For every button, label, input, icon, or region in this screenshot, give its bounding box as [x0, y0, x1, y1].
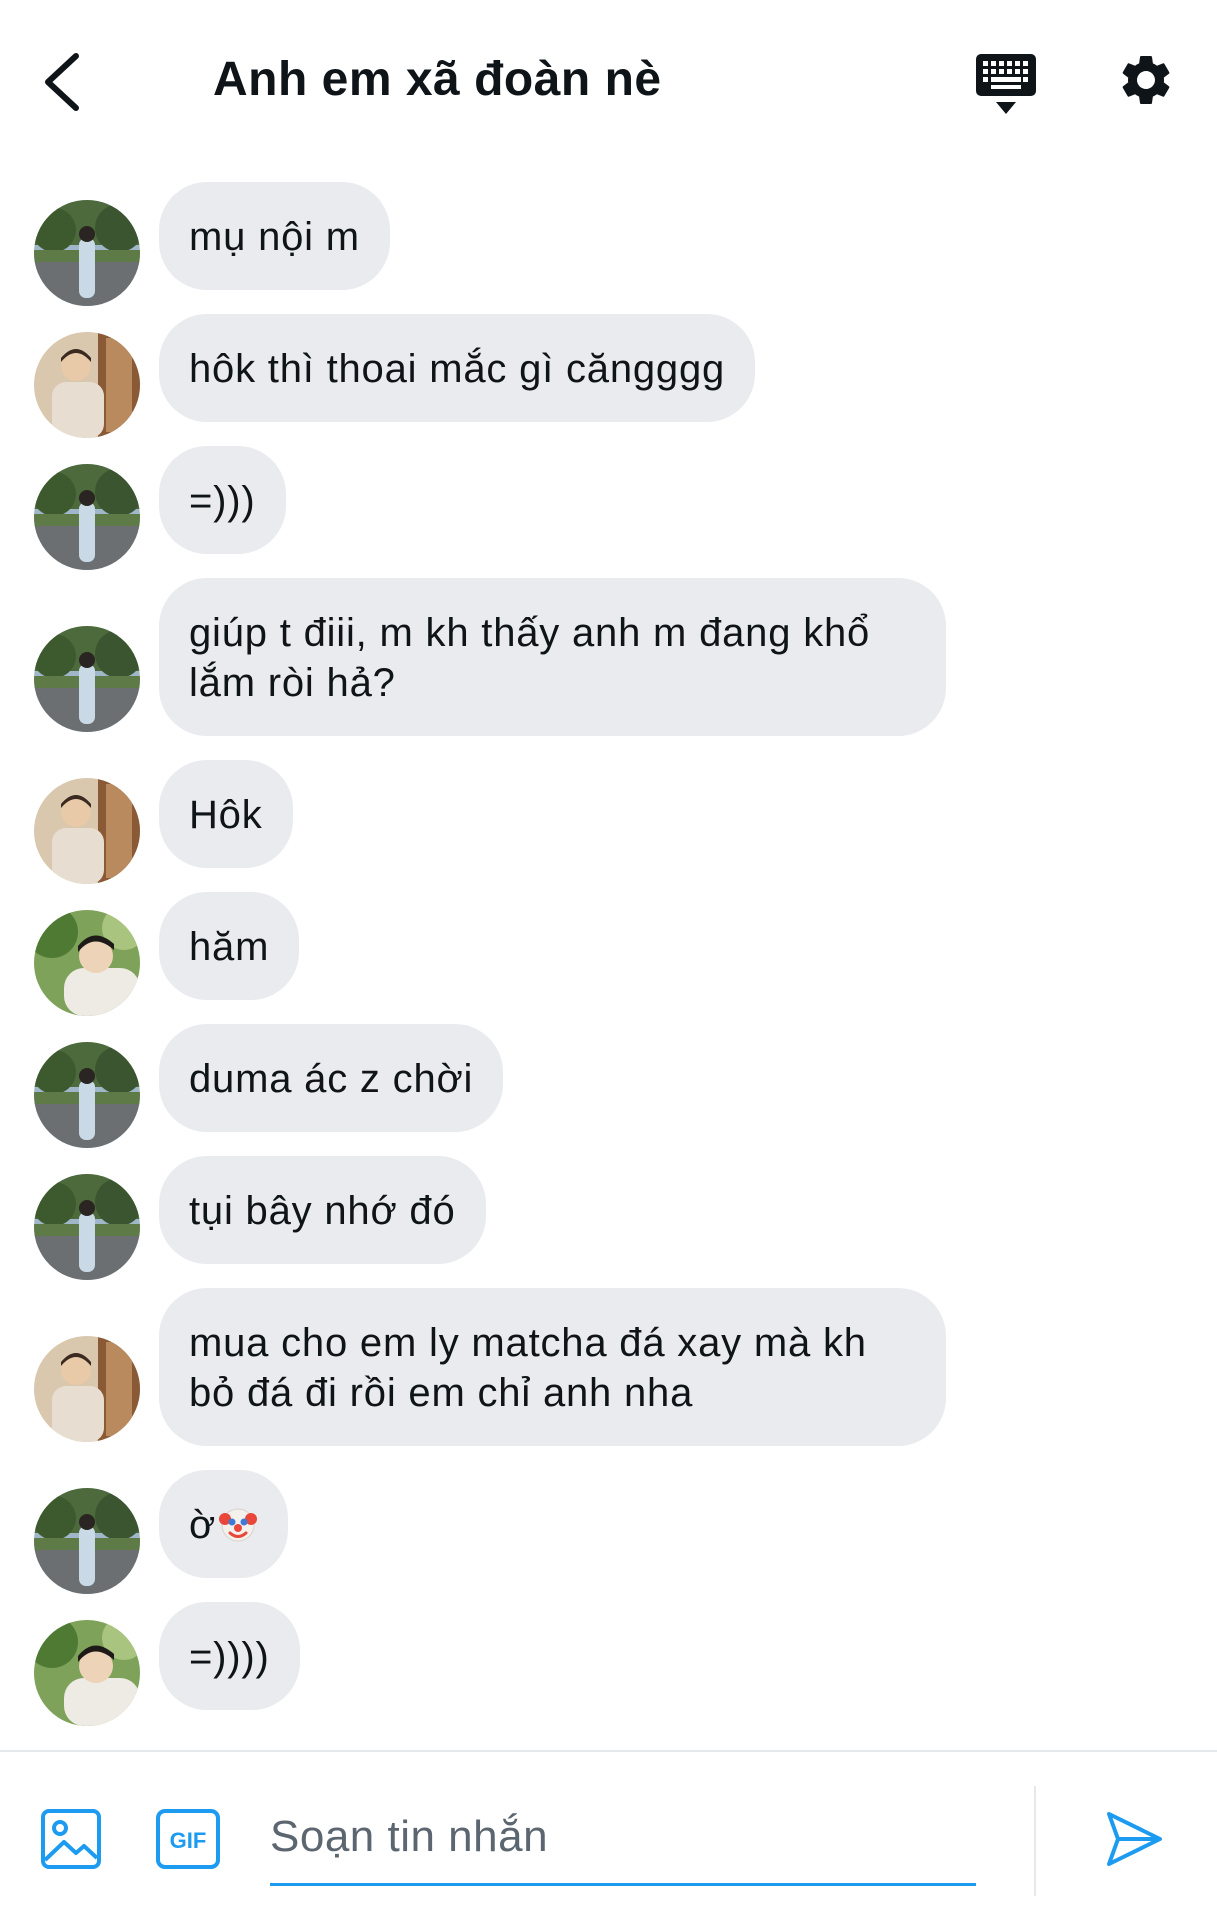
message-bubble[interactable]: =))) [159, 446, 286, 554]
message-text: duma ác z chời [189, 1057, 474, 1101]
avatar-park-image [34, 464, 140, 570]
avatar[interactable] [34, 626, 140, 732]
conversation-header: Anh em xã đoàn nè [0, 0, 1217, 165]
avatar-park-image [34, 200, 140, 306]
avatar-window-image [34, 778, 140, 884]
gear-icon [1122, 55, 1170, 104]
avatar-park-image [34, 1174, 140, 1280]
image-icon [41, 1809, 101, 1869]
conversation-title: Anh em xã đoàn nè [213, 53, 662, 106]
message-text: mụ nội m [189, 215, 360, 259]
gif-icon: GIF [156, 1809, 220, 1869]
message-bubble[interactable]: hăm [159, 892, 300, 1000]
settings-button[interactable] [1116, 50, 1176, 110]
add-image-button[interactable] [40, 1808, 102, 1870]
message-bubble[interactable]: tụi bây nhớ đó [159, 1156, 486, 1264]
avatar-window-image [34, 332, 140, 438]
avatar[interactable] [34, 1042, 140, 1148]
send-icon [1107, 1812, 1162, 1866]
message-bubble[interactable]: ờ [159, 1470, 289, 1578]
add-gif-button[interactable]: GIF [155, 1808, 221, 1870]
chevron-left-icon [45, 53, 79, 111]
message-text: hôk thì thoai mắc gì căngggg [189, 347, 726, 391]
message-bubble[interactable]: Hôk [159, 760, 293, 868]
avatar[interactable] [34, 1620, 140, 1726]
composer-divider [1034, 1786, 1036, 1896]
message-text: ờ [189, 1503, 217, 1547]
dm-conversation-screen: Anh em xã đoàn nè mụ nội m hôk thì thoai… [0, 0, 1217, 1920]
message-input[interactable] [270, 1790, 976, 1886]
avatar[interactable] [34, 910, 140, 1016]
gif-label: GIF [170, 1828, 207, 1853]
message-bubble[interactable]: mụ nội m [159, 182, 390, 290]
avatar-park-image [34, 1488, 140, 1594]
message-text: mua cho em ly matcha đá xay mà kh bỏ đá … [189, 1321, 867, 1415]
avatar-window-image [34, 1336, 140, 1442]
message-text: tụi bây nhớ đó [189, 1189, 456, 1233]
avatar[interactable] [34, 332, 140, 438]
message-bubble[interactable]: duma ác z chời [159, 1024, 504, 1132]
message-bubble[interactable]: giúp t điii, m kh thấy anh m đang khổ lắ… [159, 578, 946, 736]
send-button[interactable] [1104, 1808, 1164, 1870]
message-bubble[interactable]: hôk thì thoai mắc gì căngggg [159, 314, 756, 422]
message-text: hăm [189, 925, 270, 969]
avatar-trees-image [34, 1620, 140, 1726]
avatar-park-image [34, 626, 140, 732]
message-text: Hôk [189, 793, 263, 837]
avatar[interactable] [34, 778, 140, 884]
message-text: =)))) [189, 1635, 270, 1679]
message-bubble[interactable]: mua cho em ly matcha đá xay mà kh bỏ đá … [159, 1288, 946, 1446]
message-text: giúp t điii, m kh thấy anh m đang khổ lắ… [189, 611, 871, 705]
avatar[interactable] [34, 200, 140, 306]
message-text: =))) [189, 479, 256, 523]
back-button[interactable] [38, 50, 88, 114]
clown-face-emoji [219, 1508, 258, 1542]
message-composer: GIF [0, 1750, 1217, 1920]
avatar[interactable] [34, 464, 140, 570]
message-list[interactable]: mụ nội m hôk thì thoai mắc gì căngggg =)… [0, 165, 1217, 1750]
avatar[interactable] [34, 1174, 140, 1280]
keyboard-button[interactable] [974, 52, 1038, 118]
avatar-park-image [34, 1042, 140, 1148]
avatar[interactable] [34, 1488, 140, 1594]
avatar-trees-image [34, 910, 140, 1016]
keyboard-icon [976, 54, 1036, 114]
avatar[interactable] [34, 1336, 140, 1442]
message-bubble[interactable]: =)))) [159, 1602, 300, 1710]
